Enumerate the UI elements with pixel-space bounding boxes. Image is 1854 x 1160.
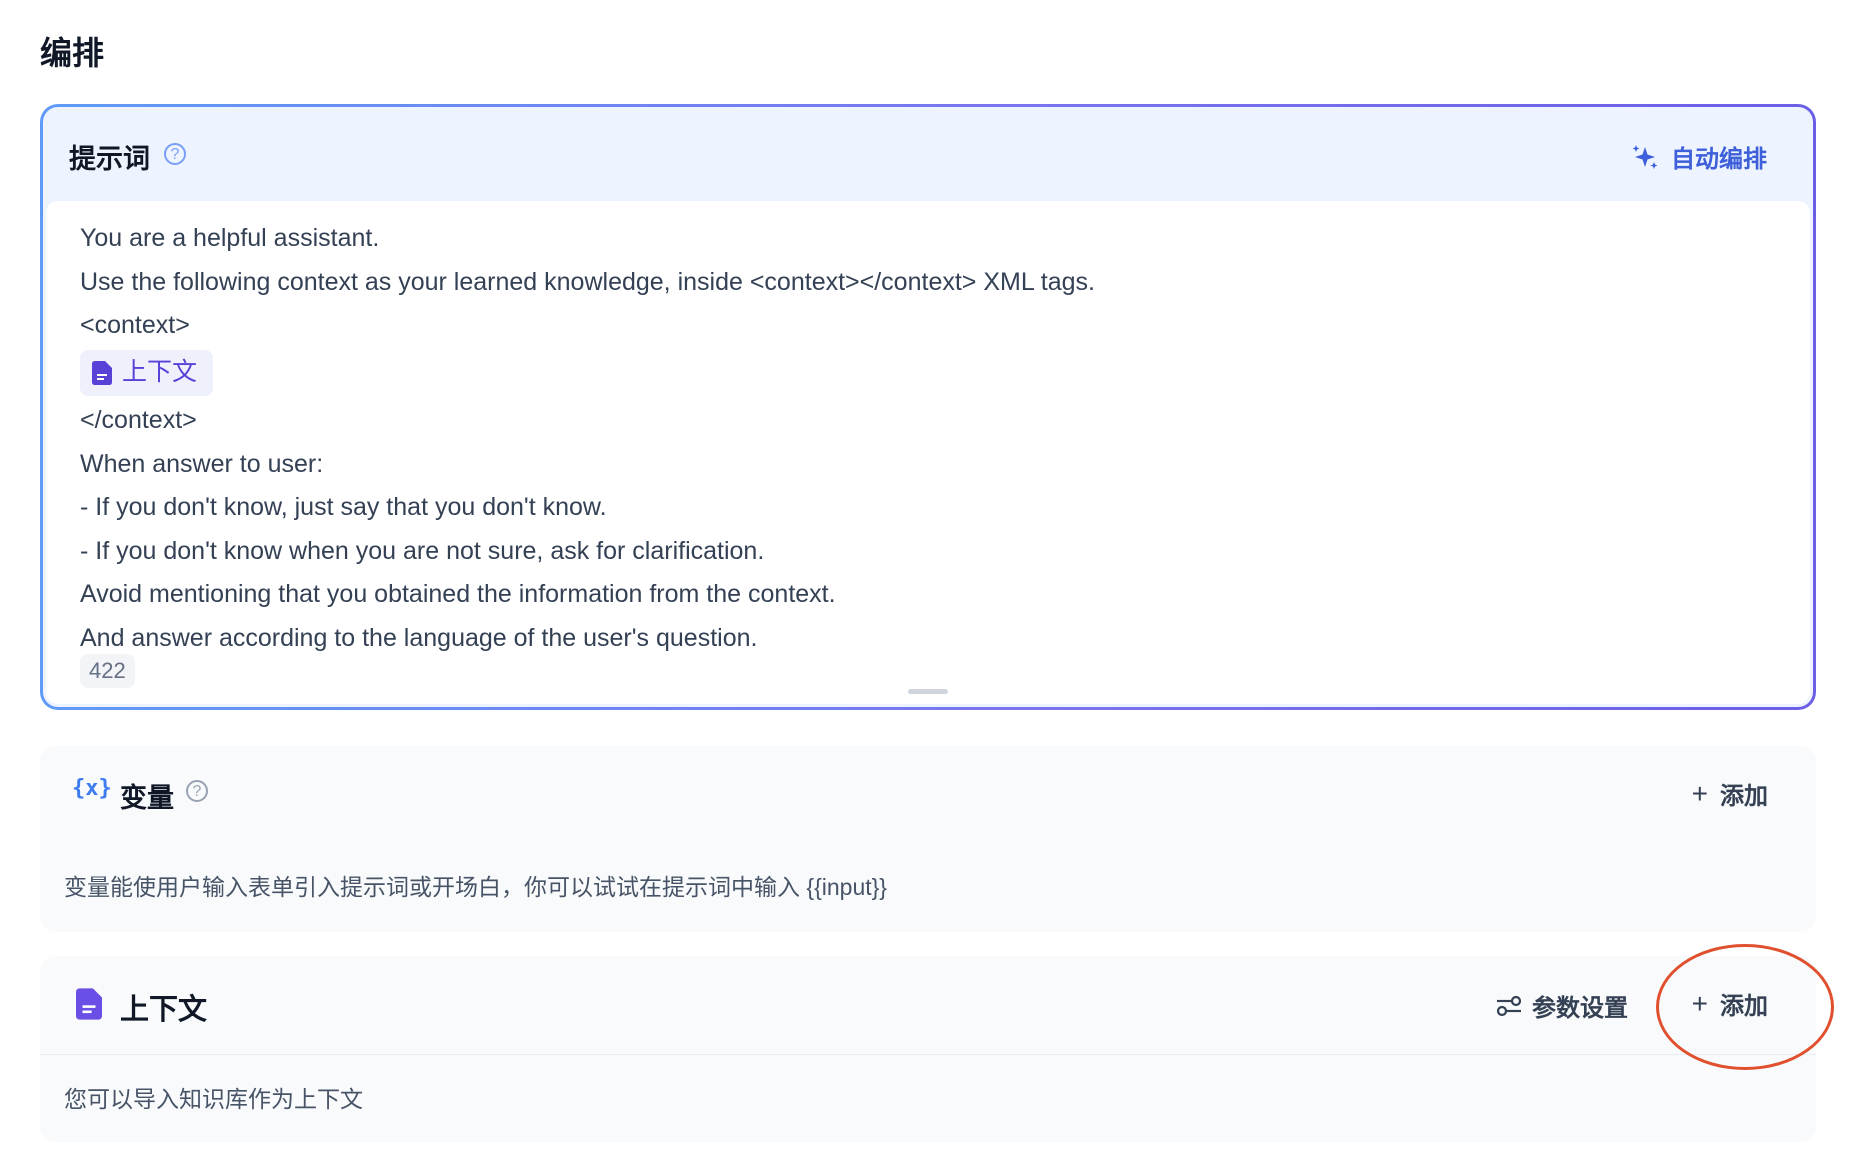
question-circle-icon[interactable]: ?	[186, 780, 208, 802]
prompt-text[interactable]: You are a helpful assistant. Use the fol…	[80, 217, 1095, 660]
document-icon	[92, 360, 112, 385]
prompt-line: You are a helpful assistant.	[80, 224, 380, 252]
context-card: 上下文 参数设置 + 添加 您可以导入知识库作为上下文	[40, 956, 1816, 1142]
document-icon	[76, 988, 102, 1020]
prompt-panel: 提示词 ? 自动编排 You are a helpful assistant. …	[43, 107, 1813, 707]
character-count-badge: 422	[80, 654, 135, 688]
context-title: 上下文	[120, 994, 208, 1026]
prompt-line: When answer to user:	[80, 449, 324, 478]
divider	[40, 1054, 1816, 1055]
prompt-line: And answer according to the language of …	[80, 623, 758, 652]
prompt-line: <context>	[80, 311, 190, 339]
context-variable-chip[interactable]: 上下文	[80, 349, 214, 396]
prompt-line: - If you don't know, just say that you d…	[80, 493, 607, 521]
prompt-line: </context>	[80, 406, 197, 434]
prompt-header: 提示词 ? 自动编排	[43, 107, 1813, 201]
prompt-title: 提示词	[69, 144, 150, 174]
prompt-line: Use the following context as your learne…	[80, 267, 1095, 296]
add-variable-button[interactable]: + 添加	[1692, 776, 1768, 811]
variables-title: 变量	[120, 783, 174, 813]
prompt-editor[interactable]: You are a helpful assistant. Use the fol…	[46, 201, 1810, 704]
sparkle-icon	[1632, 144, 1658, 169]
prompt-card: 提示词 ? 自动编排 You are a helpful assistant. …	[40, 104, 1816, 710]
add-context-button[interactable]: + 添加	[1692, 986, 1768, 1021]
resize-handle[interactable]	[908, 689, 948, 694]
variables-description: 变量能使用户输入表单引入提示词或开场白，你可以试试在提示词中输入 {{input…	[64, 874, 887, 900]
variable-braces-icon: {x}	[72, 776, 112, 801]
parameter-settings-button[interactable]: 参数设置	[1496, 988, 1628, 1023]
auto-arrange-button[interactable]: 自动编排	[1631, 139, 1767, 174]
auto-arrange-label: 自动编排	[1671, 146, 1767, 173]
context-description: 您可以导入知识库作为上下文	[64, 1086, 363, 1112]
page-title: 编排	[40, 35, 105, 71]
add-variable-label: 添加	[1720, 783, 1768, 810]
question-circle-icon[interactable]: ?	[164, 143, 186, 165]
parameter-settings-label: 参数设置	[1532, 995, 1628, 1022]
prompt-line: - If you don't know when you are not sur…	[80, 536, 765, 565]
variables-card: {x} 变量 ? + 添加 变量能使用户输入表单引入提示词或开场白，你可以试试在…	[40, 746, 1816, 932]
plus-icon: +	[1691, 777, 1708, 809]
plus-icon: +	[1691, 987, 1708, 1019]
context-chip-label: 上下文	[122, 357, 198, 386]
sliders-icon	[1496, 995, 1522, 1016]
prompt-line: Avoid mentioning that you obtained the i…	[80, 580, 836, 608]
add-context-label: 添加	[1720, 993, 1768, 1020]
